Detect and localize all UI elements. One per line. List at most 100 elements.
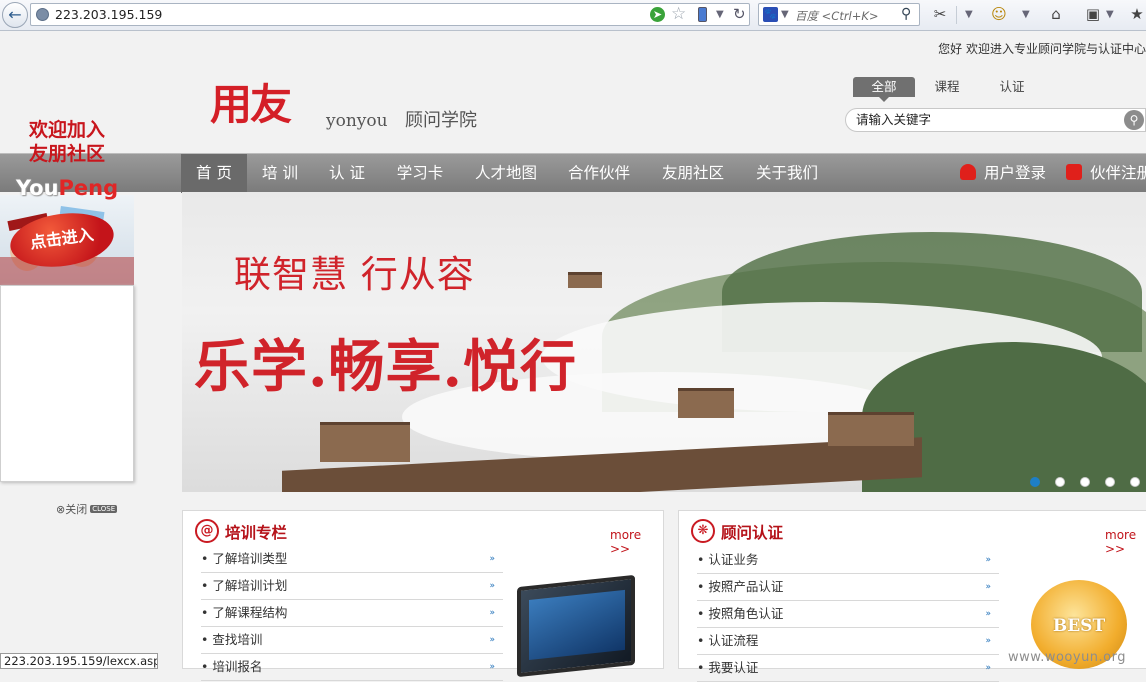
cert-item-label: 认证业务	[708, 552, 759, 567]
bookmark-star-icon[interactable]: ☆	[671, 4, 686, 24]
banner-slogan: 联智慧 行从容	[234, 253, 475, 296]
brand-peng: Peng	[58, 176, 119, 200]
training-item-label: 查找培训	[212, 632, 263, 647]
training-item-label: 了解培训计划	[212, 578, 288, 593]
watchtower-shape	[568, 272, 602, 288]
cert-item[interactable]: • 按照角色认证»	[697, 601, 999, 628]
nav-training[interactable]: 培 训	[250, 154, 310, 193]
slide-dot[interactable]	[1030, 477, 1040, 487]
user-icon	[960, 164, 976, 180]
go-icon[interactable]: ➤	[650, 7, 665, 22]
training-item[interactable]: • 查找培训»	[201, 627, 503, 654]
training-item-label: 了解培训类型	[212, 551, 288, 566]
watermark: www.wooyun.org	[1008, 650, 1127, 665]
training-item[interactable]: • 了解培训计划»	[201, 573, 503, 600]
cert-item-label: 认证流程	[708, 633, 759, 648]
slide-dot[interactable]	[1130, 477, 1140, 487]
nav-study-card[interactable]: 学习卡	[384, 154, 456, 193]
nav-about[interactable]: 关于我们	[746, 154, 828, 193]
search-input[interactable]: 请输入关键字	[845, 108, 1146, 132]
extension-icon[interactable]: ★	[1128, 5, 1146, 23]
training-item-label: 培训报名	[212, 659, 263, 674]
at-icon: @	[195, 519, 219, 543]
reload-icon[interactable]: ↻	[733, 5, 746, 23]
partner-register-link[interactable]: 伙伴注册	[1066, 154, 1146, 193]
slide-dot[interactable]	[1105, 477, 1115, 487]
nav-community[interactable]: 友朋社区	[652, 154, 734, 193]
address-text: 223.203.195.159	[55, 7, 163, 22]
arrow-icon: »	[489, 662, 495, 672]
address-bar[interactable]: 223.203.195.159 ➤ ☆ ▼ ↻	[30, 3, 750, 26]
bookmarks-icon[interactable]: ▣	[1084, 5, 1102, 23]
login-label: 用户登录	[984, 164, 1047, 182]
engine-dropdown-icon[interactable]: ▼	[781, 9, 789, 20]
logo[interactable]: 用友	[210, 84, 292, 126]
watchtower-shape	[678, 388, 734, 418]
tools-dropdown-icon[interactable]: ▼	[965, 9, 973, 20]
nav-talent-map[interactable]: 人才地图	[465, 154, 547, 193]
watchtower-shape	[828, 412, 914, 446]
edit-icon	[1066, 164, 1082, 180]
browser-search-bar[interactable]: 🐾 ▼ 百度 <Ctrl+K> ⚲	[758, 3, 920, 26]
main-nav: 首 页 培 训 认 证 学习卡 人才地图 合作伙伴 友朋社区 关于我们 用户登录…	[0, 153, 1146, 193]
globe-icon	[36, 8, 49, 21]
youpeng-logo: YouPeng	[0, 176, 134, 200]
cert-item-label: 按照产品认证	[708, 579, 784, 594]
arrow-icon: »	[985, 636, 991, 646]
cert-icon: ❋	[691, 519, 715, 543]
nav-partners[interactable]: 合作伙伴	[558, 154, 640, 193]
arrow-icon: »	[489, 554, 495, 564]
search-icon[interactable]: ⚲	[901, 6, 911, 22]
training-item[interactable]: • 了解课程结构»	[201, 600, 503, 627]
back-button[interactable]: ←	[2, 2, 28, 28]
cert-item[interactable]: • 认证流程»	[697, 628, 999, 655]
search-tab-all[interactable]: 全部	[853, 77, 915, 102]
history-dropdown-icon[interactable]: ▼	[716, 9, 724, 20]
mobile-icon[interactable]	[698, 7, 707, 22]
search-button[interactable]: ⚲	[1124, 110, 1144, 130]
toolbar-separator	[956, 6, 957, 24]
training-panel: @ 培训专栏 more >> • 了解培训类型» • 了解培训计划» • 了解课…	[182, 510, 664, 681]
cert-item-label: 我要认证	[708, 660, 759, 675]
hero-banner[interactable]: 联智慧 行从容 乐学.畅享.悦行	[182, 192, 1146, 492]
close-label: ⊗关闭	[56, 503, 88, 516]
nav-home[interactable]: 首 页	[181, 154, 247, 193]
arrow-icon: »	[489, 608, 495, 618]
cert-item[interactable]: • 按照产品认证»	[697, 574, 999, 601]
training-item-label: 了解课程结构	[212, 605, 288, 620]
logo-subtitle: yonyou	[326, 111, 388, 131]
brand-you: You	[15, 176, 59, 200]
home-icon[interactable]: ⌂	[1047, 5, 1065, 23]
slide-dot[interactable]	[1080, 477, 1090, 487]
monitor-image	[517, 574, 635, 678]
screenshot-icon[interactable]: ✂	[931, 5, 949, 23]
baidu-icon[interactable]: 🐾	[763, 7, 778, 22]
ad-line2: 友朋社区	[28, 143, 105, 165]
welcome-text: 您好 欢迎进入专业顾问学院与认证中心	[938, 42, 1146, 56]
ad-close-button[interactable]: ⊗关闭 CLOSE	[56, 501, 118, 517]
arrow-icon: »	[985, 609, 991, 619]
slide-dot[interactable]	[1055, 477, 1065, 487]
cert-more-link[interactable]: more >>	[1105, 528, 1146, 556]
search-tab-cert[interactable]: 认证	[990, 77, 1034, 97]
browser-toolbar: ← 223.203.195.159 ➤ ☆ ▼ ↻ 🐾 ▼ 百度 <Ctrl+K…	[0, 0, 1146, 31]
training-more-link[interactable]: more >>	[610, 528, 663, 556]
addon-dropdown-icon[interactable]: ▼	[1022, 9, 1030, 20]
cert-item[interactable]: • 认证业务»	[697, 547, 999, 574]
cert-title: 顾问认证	[721, 524, 784, 542]
training-item[interactable]: • 培训报名»	[201, 654, 503, 681]
training-title: 培训专栏	[225, 524, 288, 542]
arrow-icon: »	[489, 581, 495, 591]
ad-headline: 欢迎加入 友朋社区	[0, 118, 134, 166]
banner-headline: 乐学.畅享.悦行	[194, 334, 577, 400]
training-item[interactable]: • 了解培训类型»	[201, 546, 503, 573]
smiley-icon[interactable]: ☺	[990, 5, 1008, 23]
arrow-icon: »	[985, 663, 991, 673]
bookmarks-dropdown-icon[interactable]: ▼	[1106, 9, 1114, 20]
status-bar: 223.203.195.159/lexcx.aspx	[0, 653, 158, 669]
nav-certification[interactable]: 认 证	[316, 154, 378, 193]
cert-item-label: 按照角色认证	[708, 606, 784, 621]
login-link[interactable]: 用户登录	[960, 154, 1046, 193]
arrow-icon: »	[985, 582, 991, 592]
search-tab-course[interactable]: 课程	[925, 77, 969, 97]
